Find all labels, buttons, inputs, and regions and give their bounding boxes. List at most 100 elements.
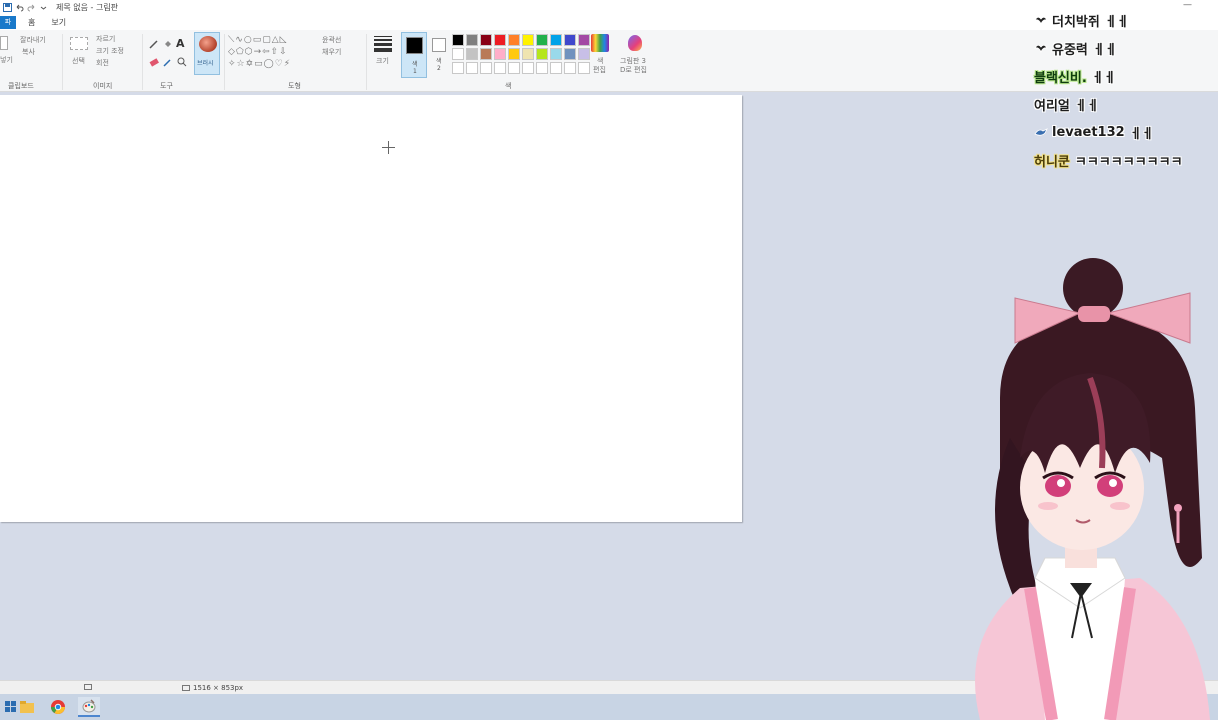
redo-icon[interactable]	[27, 3, 36, 12]
rotate-button[interactable]: 회전	[96, 58, 109, 68]
bat-badge-icon	[1034, 16, 1048, 26]
colors-group-label: 색	[505, 82, 512, 90]
palette-swatch[interactable]	[564, 48, 576, 60]
palette-swatch[interactable]	[550, 48, 562, 60]
tab-view[interactable]: 보기	[51, 17, 66, 28]
divider	[366, 34, 367, 90]
palette-swatch[interactable]	[564, 62, 576, 74]
fill-button[interactable]: 채우기	[322, 47, 341, 57]
brush-icon	[199, 36, 217, 52]
save-icon[interactable]	[3, 2, 12, 12]
bat-badge-icon	[1034, 44, 1048, 54]
chat-message: 유중력 ㅔㅔ	[1034, 34, 1218, 62]
palette-swatch[interactable]	[466, 48, 478, 60]
pencil-icon[interactable]	[148, 38, 160, 50]
cut-button[interactable]: 잘라내기	[20, 35, 46, 45]
color-picker-icon[interactable]	[162, 56, 174, 68]
chat-nickname: 여리얼	[1034, 98, 1070, 114]
palette-swatch[interactable]	[480, 62, 492, 74]
copy-button[interactable]: 복사	[22, 47, 35, 57]
palette-swatch[interactable]	[536, 62, 548, 74]
paint-app-icon[interactable]	[78, 697, 100, 717]
palette-swatch[interactable]	[522, 62, 534, 74]
color1-button[interactable]: 색 1	[401, 32, 427, 78]
resize-button[interactable]: 크기 조정	[96, 46, 124, 56]
crop-button[interactable]: 자르기	[96, 34, 115, 44]
shapes-gallery[interactable]: ⟍∿○▭▢△◺ ◇⬠⬡→⇦⇧⇩ ✧☆✡▭◯♡⚡	[228, 34, 318, 70]
color2-num: 2	[437, 65, 441, 72]
palette-swatch[interactable]	[452, 62, 464, 74]
tab-file[interactable]: 파	[0, 15, 16, 29]
chat-text: ㅔㅔ	[1104, 14, 1129, 30]
divider	[142, 34, 143, 90]
palette-swatch[interactable]	[494, 34, 506, 46]
vtuber-avatar	[975, 258, 1210, 720]
color1-num: 1	[413, 68, 417, 75]
eraser-icon[interactable]	[148, 56, 160, 68]
magnifier-icon[interactable]	[176, 56, 188, 68]
paint3d-icon[interactable]	[628, 35, 642, 51]
selection-size	[84, 684, 92, 690]
brushes-label: 브러시	[197, 60, 214, 67]
chat-message: levaet132 ㅔㅔ	[1034, 118, 1218, 146]
palette-swatch[interactable]	[550, 62, 562, 74]
palette-swatch[interactable]	[508, 48, 520, 60]
color1-label: 색	[412, 61, 418, 68]
fill-icon[interactable]	[162, 38, 174, 50]
palette-swatch[interactable]	[480, 48, 492, 60]
palette-swatch[interactable]	[536, 34, 548, 46]
palette-swatch[interactable]	[452, 48, 464, 60]
chat-nickname: 더치박쥐	[1052, 14, 1100, 30]
palette-swatch[interactable]	[578, 62, 590, 74]
shape-icons-row1: ⟍∿○▭▢△◺	[228, 35, 288, 45]
palette-swatch[interactable]	[452, 34, 464, 46]
palette-swatch[interactable]	[508, 62, 520, 74]
shapes-group-label: 도형	[288, 82, 301, 90]
palette-swatch[interactable]	[564, 34, 576, 46]
palette-swatch[interactable]	[578, 48, 590, 60]
drawing-canvas[interactable]	[0, 95, 742, 522]
crosshair-cursor-icon	[382, 141, 395, 154]
color2-label: 색	[436, 58, 442, 65]
palette-swatch[interactable]	[466, 34, 478, 46]
paste-icon[interactable]	[0, 36, 8, 50]
paste-button[interactable]: 넣기	[0, 55, 13, 65]
chrome-icon[interactable]	[47, 697, 69, 717]
select-button[interactable]: 선택	[72, 56, 85, 66]
palette-swatch[interactable]	[508, 34, 520, 46]
file-explorer-icon[interactable]	[16, 697, 38, 717]
edit-colors-icon[interactable]	[591, 34, 609, 52]
palette-swatch[interactable]	[466, 62, 478, 74]
chat-nickname: 블랙신비.	[1034, 70, 1087, 86]
color2-swatch[interactable]	[432, 38, 446, 52]
color-palette	[452, 34, 591, 75]
chat-text: ㅔㅔ	[1091, 70, 1116, 86]
palette-swatch[interactable]	[494, 48, 506, 60]
edit-colors-label2[interactable]: 편집	[593, 65, 606, 75]
color1-swatch	[406, 37, 423, 54]
palette-swatch[interactable]	[480, 34, 492, 46]
size-label[interactable]: 크기	[376, 56, 389, 66]
brushes-button[interactable]: 브러시	[194, 32, 220, 75]
palette-swatch[interactable]	[522, 34, 534, 46]
select-icon[interactable]	[70, 37, 88, 50]
palette-swatch[interactable]	[550, 34, 562, 46]
palette-swatch[interactable]	[494, 62, 506, 74]
image-group-label: 이미지	[93, 82, 113, 90]
palette-swatch[interactable]	[578, 34, 590, 46]
palette-swatch[interactable]	[536, 48, 548, 60]
tools-group-label: 도구	[160, 82, 173, 90]
customize-chevron-icon[interactable]	[39, 3, 48, 12]
window-title: 제목 없음 - 그림판	[56, 2, 119, 12]
tab-home[interactable]: 홈	[28, 17, 35, 28]
chat-message: 더치박쥐 ㅔㅔ	[1034, 6, 1218, 34]
palette-swatch[interactable]	[522, 48, 534, 60]
chat-message: 블랙신비. ㅔㅔ	[1034, 62, 1218, 90]
text-tool-icon[interactable]: A	[176, 37, 185, 50]
chat-message: 여리얼 ㅔㅔ	[1034, 90, 1218, 118]
size-icon[interactable]	[374, 36, 392, 52]
paint3d-label2[interactable]: D로 편집	[620, 65, 647, 75]
chat-message: 허니쿤 ㅋㅋㅋㅋㅋㅋㅋㅋㅋ	[1034, 146, 1218, 174]
undo-icon[interactable]	[15, 3, 24, 12]
outline-button[interactable]: 윤곽선	[322, 35, 341, 45]
